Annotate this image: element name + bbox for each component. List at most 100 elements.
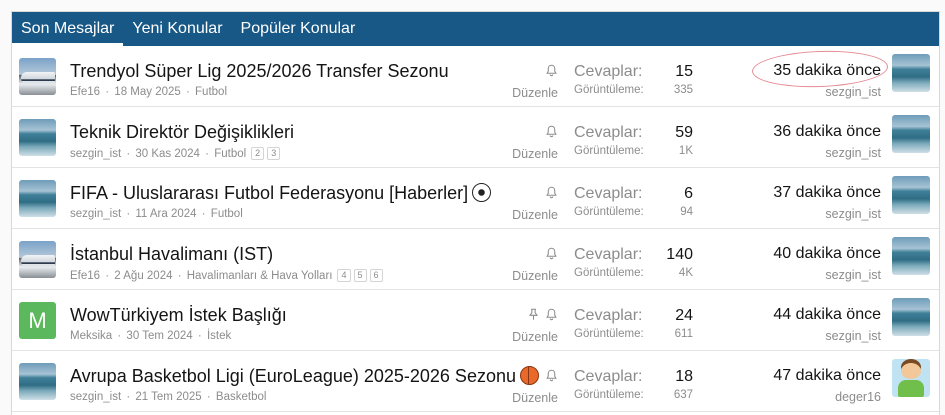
replies-count: 6 [684,185,693,202]
thread-meta: Efe16 · 2 Ağu 2024 · Havalimanları & Hav… [70,269,383,282]
meta-separator: · [102,270,113,282]
thread-date[interactable]: 21 Tem 2025 [135,391,201,403]
tab-bar: Son Mesajlar Yeni Konular Popüler Konula… [12,12,939,46]
thread-title-link[interactable]: Avrupa Basketbol Ligi (EuroLeague) 2025-… [70,366,539,387]
bell-icon[interactable] [545,247,558,265]
thread-row[interactable]: FIFA - Uluslararası Futbol Federasyonu [… [12,168,939,229]
last-poster-sea-avatar[interactable] [892,54,930,92]
last-post-time[interactable]: 44 dakika önce [773,306,881,324]
bell-icon[interactable] [545,125,558,143]
author-sea-avatar[interactable] [19,119,56,156]
meta-separator: · [174,270,185,282]
tab-new-threads[interactable]: Yeni Konular [123,12,231,46]
last-poster-sea-avatar[interactable] [892,298,930,336]
last-post-time[interactable]: 40 dakika önce [773,245,881,263]
page-link[interactable]: 3 [267,147,281,160]
replies-count: 15 [675,63,693,80]
meta-separator: · [114,330,125,342]
bell-icon[interactable] [545,64,558,82]
edit-link[interactable]: Düzenle [512,147,558,161]
last-post-user[interactable]: sezgin_ist [825,85,881,99]
thread-row[interactable]: Trendyol Süper Lig 2025/2026 Transfer Se… [12,46,939,107]
tab-popular-threads[interactable]: Popüler Konular [232,12,365,46]
last-post-user[interactable]: sezgin_ist [825,207,881,221]
thread-status-icons [545,64,558,82]
last-post-user[interactable]: sezgin_ist [825,146,881,160]
thread-forum[interactable]: Futbol [214,148,246,160]
replies-count: 140 [666,246,693,263]
bell-icon[interactable] [545,369,558,387]
thread-author[interactable]: sezgin_ist [70,148,121,160]
thread-forum[interactable]: Futbol [195,86,227,98]
page-jump-links: 456 [337,269,383,282]
thread-author[interactable]: Efe16 [70,270,100,282]
thread-forum[interactable]: Havalimanları & Hava Yolları [187,270,333,282]
author-train-avatar[interactable] [19,241,56,278]
views-label: Görüntüleme: [574,267,644,279]
last-poster-sea-avatar[interactable] [892,176,930,214]
last-post-user[interactable]: sezgin_ist [825,268,881,282]
tab-latest-messages[interactable]: Son Mesajlar [12,12,124,46]
views-label: Görüntüleme: [574,145,644,157]
edit-link[interactable]: Düzenle [512,208,558,222]
last-post-time[interactable]: 35 dakika önce [773,62,881,80]
edit-link[interactable]: Düzenle [512,86,558,100]
author-sea-avatar[interactable] [19,180,56,217]
thread-title-link[interactable]: WowTürkiyem İstek Başlığı [70,305,287,326]
views-count: 1K [678,145,693,157]
edit-link[interactable]: Düzenle [512,391,558,405]
author-letter-avatar[interactable]: M [19,302,56,339]
author-train-avatar[interactable] [19,58,56,95]
basketball-icon [519,366,539,385]
last-post-user[interactable]: sezgin_ist [825,329,881,343]
last-poster-sea-avatar[interactable] [892,115,930,153]
views-count: 335 [673,84,693,96]
replies-label: Cevaplar: [574,124,643,141]
thread-title-link[interactable]: İstanbul Havalimanı (IST) [70,244,273,265]
edit-link[interactable]: Düzenle [512,269,558,283]
thread-date[interactable]: 2 Ağu 2024 [114,270,172,282]
last-post-time[interactable]: 36 dakika önce [773,123,881,141]
thread-date[interactable]: 18 May 2025 [114,86,181,98]
bell-icon[interactable] [545,308,558,326]
author-sea-avatar[interactable] [19,363,56,400]
thread-status-icons [527,308,558,326]
views-count: 94 [680,206,693,218]
thread-status-icons [545,369,558,387]
page-link[interactable]: 6 [369,269,383,282]
thread-author[interactable]: Efe16 [70,86,100,98]
views-label: Görüntüleme: [574,84,644,96]
thread-row[interactable]: Avrupa Basketbol Ligi (EuroLeague) 2025-… [12,351,939,412]
last-post-time[interactable]: 47 dakika önce [773,367,881,385]
bell-icon[interactable] [545,186,558,204]
thread-title: Teknik Direktör Değişiklikleri [70,122,295,142]
page-link[interactable]: 4 [337,269,351,282]
replies-label: Cevaplar: [574,63,643,80]
thread-forum[interactable]: İstek [207,330,231,342]
thread-forum[interactable]: Basketbol [216,391,267,403]
last-post-time[interactable]: 37 dakika önce [773,184,881,202]
thread-row[interactable]: Teknik Direktör Değişiklikleri sezgin_ist… [12,107,939,168]
last-poster-kid-avatar[interactable] [892,359,930,397]
views-label: Görüntüleme: [574,328,644,340]
last-poster-sea-avatar[interactable] [892,237,930,275]
thread-title-link[interactable]: Teknik Direktör Değişiklikleri [70,122,294,143]
thread-row[interactable]: M WowTürkiyem İstek Başlığı Meksika · 30 T… [12,290,939,351]
page-link[interactable]: 2 [251,147,265,160]
page-link[interactable]: 5 [353,269,367,282]
thread-date[interactable]: 30 Tem 2024 [126,330,192,342]
thread-forum[interactable]: Futbol [211,208,243,220]
thread-title: Trendyol Süper Lig 2025/2026 Transfer Se… [70,61,449,81]
thread-author[interactable]: Meksika [70,330,112,342]
edit-link[interactable]: Düzenle [512,330,558,344]
thread-date[interactable]: 11 Ara 2024 [135,208,196,220]
thread-title-link[interactable]: Trendyol Süper Lig 2025/2026 Transfer Se… [70,61,449,82]
views-label: Görüntüleme: [574,389,644,401]
last-post-user[interactable]: deger16 [835,390,881,404]
thread-title-link[interactable]: FIFA - Uluslararası Futbol Federasyonu [… [70,183,492,204]
thread-author[interactable]: sezgin_ist [70,391,121,403]
thread-date[interactable]: 30 Kas 2024 [135,148,200,160]
thread-row[interactable]: İstanbul Havalimanı (IST) Efe16 · 2 Ağu 2… [12,229,939,290]
views-count: 4K [678,267,693,279]
thread-author[interactable]: sezgin_ist [70,208,121,220]
